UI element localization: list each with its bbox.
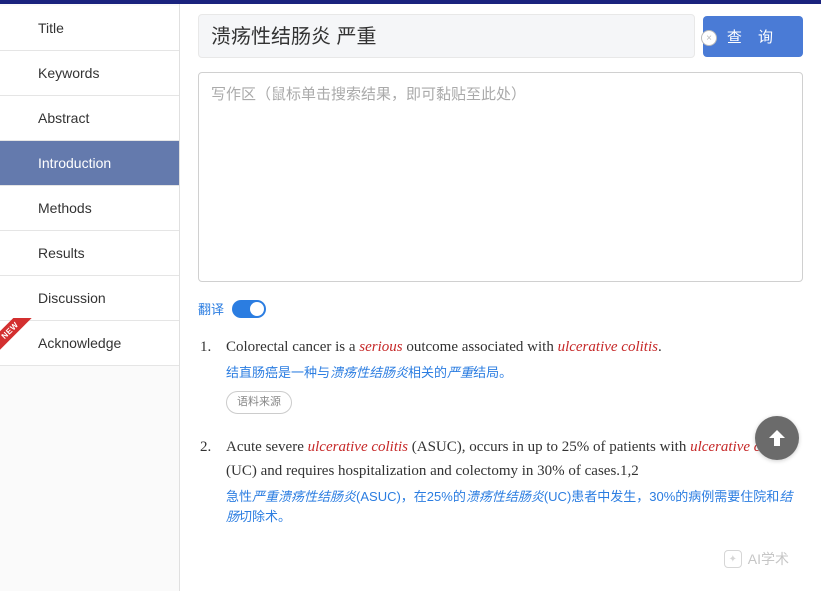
sidebar-item-keywords[interactable]: Keywords: [0, 51, 179, 96]
new-badge: [0, 318, 34, 356]
arrow-up-icon: [765, 426, 789, 450]
scroll-top-button[interactable]: [755, 416, 799, 460]
main-panel: × 查 询 翻译 Colorectal cancer is a serious …: [180, 4, 821, 591]
write-area[interactable]: [198, 72, 803, 282]
clear-icon[interactable]: ×: [701, 30, 717, 46]
query-button[interactable]: 查 询: [703, 16, 803, 57]
sidebar-item-methods[interactable]: Methods: [0, 186, 179, 231]
source-button[interactable]: 语料来源: [226, 391, 292, 414]
translate-label: 翻译: [198, 299, 224, 318]
sidebar-item-label: Acknowledge: [38, 335, 121, 351]
watermark: ✦ AI学术: [724, 549, 789, 569]
highlight: ulcerative colitis: [558, 339, 658, 355]
result-en: Acute severe ulcerative colitis (ASUC), …: [226, 439, 790, 478]
result-translation: 急性严重溃疡性结肠炎(ASUC)，在25%的溃疡性结肠炎(UC)患者中发生，30…: [226, 487, 803, 527]
sidebar-item-acknowledge[interactable]: Acknowledge: [0, 321, 179, 366]
result-translation: 结直肠癌是一种与溃疡性结肠炎相关的严重结局。: [226, 363, 803, 383]
search-input[interactable]: [211, 23, 660, 46]
sidebar: Title Keywords Abstract Introduction Met…: [0, 4, 180, 591]
translate-toggle[interactable]: [232, 300, 266, 318]
result-en: Colorectal cancer is a serious outcome a…: [226, 339, 662, 355]
search-box: [198, 14, 695, 58]
result-item[interactable]: Acute severe ulcerative colitis (ASUC), …: [198, 436, 803, 527]
highlight: ulcerative colitis: [308, 439, 408, 455]
sidebar-item-discussion[interactable]: Discussion: [0, 276, 179, 321]
translate-row: 翻译: [198, 299, 803, 318]
result-item[interactable]: Colorectal cancer is a serious outcome a…: [198, 336, 803, 414]
sidebar-item-abstract[interactable]: Abstract: [0, 96, 179, 141]
results-list: Colorectal cancer is a serious outcome a…: [198, 336, 803, 527]
wechat-icon: ✦: [724, 550, 742, 568]
sidebar-item-introduction[interactable]: Introduction: [0, 141, 179, 186]
highlight: serious: [359, 339, 402, 355]
watermark-text: AI学术: [748, 549, 789, 569]
search-row: × 查 询: [198, 14, 803, 58]
sidebar-item-results[interactable]: Results: [0, 231, 179, 276]
sidebar-item-title[interactable]: Title: [0, 6, 179, 51]
